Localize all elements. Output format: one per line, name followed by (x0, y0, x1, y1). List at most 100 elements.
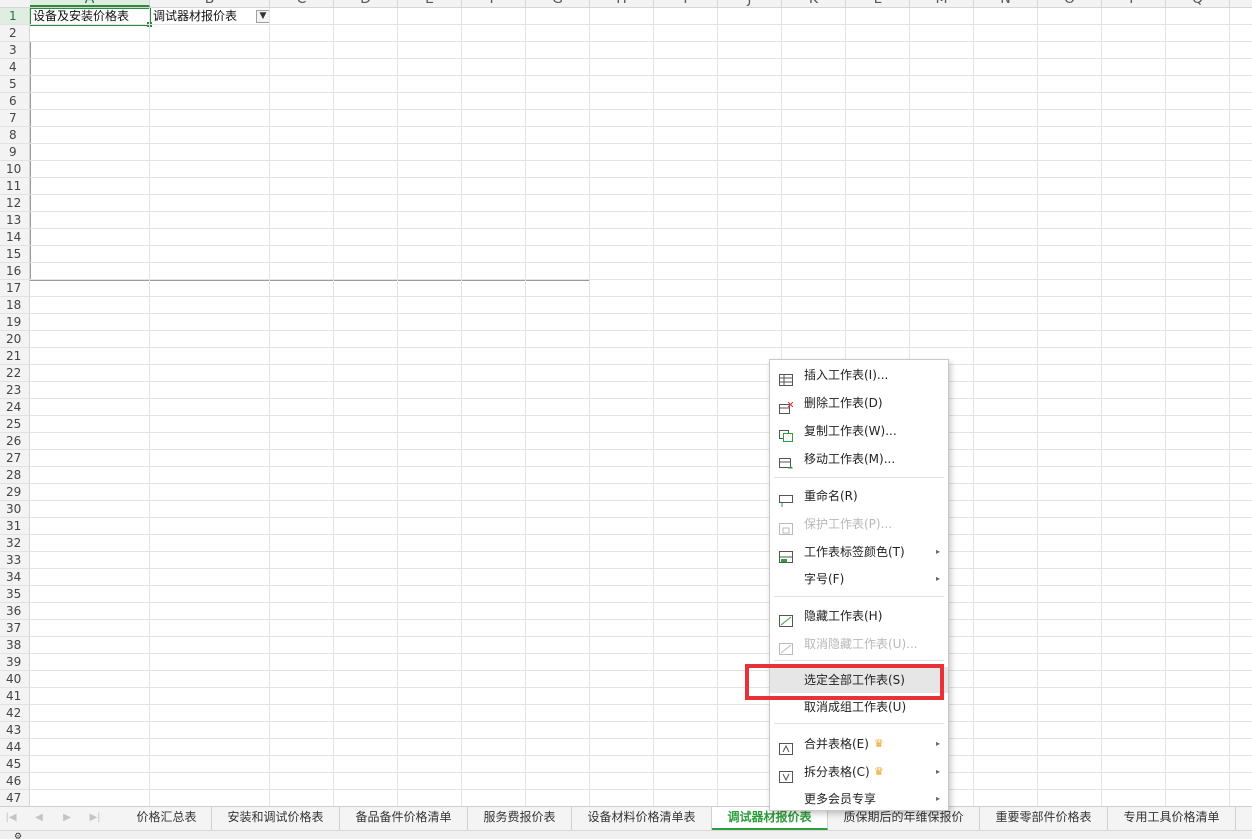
sheet-tab[interactable]: 专用工具价格清单 (1108, 807, 1236, 830)
row-header-18[interactable]: 18 (0, 297, 29, 314)
row-header-27[interactable]: 27 (0, 450, 29, 467)
row-header-7[interactable]: 7 (0, 110, 29, 127)
row-header-29[interactable]: 29 (0, 484, 29, 501)
row-header-28[interactable]: 28 (0, 467, 29, 484)
row-header-15[interactable]: 15 (0, 246, 29, 263)
sheet-tab[interactable]: 备品备件价格清单 (340, 807, 468, 830)
menu-item[interactable]: 移动工作表(M)... (770, 446, 948, 472)
row-header-25[interactable]: 25 (0, 416, 29, 433)
prev-sheet-nav-icon[interactable]: ◀ (32, 811, 46, 825)
row-header-13[interactable]: 13 (0, 212, 29, 229)
menu-item[interactable]: 工作表标签颜色(T) ▸ (770, 539, 948, 565)
row-header-17[interactable]: 17 (0, 280, 29, 297)
column-header-f[interactable]: F (462, 0, 526, 7)
row-header-35[interactable]: 35 (0, 586, 29, 603)
row-header-45[interactable]: 45 (0, 756, 29, 773)
sheet-tab[interactable]: 重要零部件价格表 (980, 807, 1108, 830)
grid-row-line (30, 109, 1252, 110)
column-header-g[interactable]: G (526, 0, 590, 7)
column-header-e[interactable]: E (398, 0, 462, 7)
row-header-2[interactable]: 2 (0, 25, 29, 42)
row-header-10[interactable]: 10 (0, 161, 29, 178)
next-sheet-nav-icon[interactable]: ▶ (60, 811, 74, 825)
menu-item[interactable]: 重命名(R) (770, 483, 948, 509)
row-header-33[interactable]: 33 (0, 552, 29, 569)
row-header-20[interactable]: 20 (0, 331, 29, 348)
row-header-46[interactable]: 46 (0, 773, 29, 790)
menu-item[interactable]: 复制工作表(W)... (770, 418, 948, 444)
column-header-h[interactable]: H (590, 0, 654, 7)
sheet-tab[interactable]: 安装和调试价格表 (212, 807, 340, 830)
first-sheet-nav-icon[interactable]: |◀ (4, 811, 18, 825)
menu-item[interactable]: 更多会员专享 ▸ (770, 786, 948, 812)
row-header-42[interactable]: 42 (0, 705, 29, 722)
row-header-37[interactable]: 37 (0, 620, 29, 637)
row-header-4[interactable]: 4 (0, 59, 29, 76)
menu-item[interactable]: 删除工作表(D) (770, 390, 948, 416)
menu-item[interactable]: 字号(F) ▸ (770, 566, 948, 592)
column-header-o[interactable]: O (1038, 0, 1102, 7)
row-header-8[interactable]: 8 (0, 127, 29, 144)
column-header-i[interactable]: I (654, 0, 718, 7)
row-header-34[interactable]: 34 (0, 569, 29, 586)
row-header-40[interactable]: 40 (0, 671, 29, 688)
sheet-tab[interactable]: 价格汇总表 (122, 807, 212, 830)
grid-row-line (30, 228, 1252, 229)
row-header-43[interactable]: 43 (0, 722, 29, 739)
row-header-6[interactable]: 6 (0, 93, 29, 110)
row-header-39[interactable]: 39 (0, 654, 29, 671)
menu-item[interactable]: 拆分表格(C) ♛ ▸ (770, 759, 948, 785)
column-header-p[interactable]: P (1102, 0, 1166, 7)
row-header-36[interactable]: 36 (0, 603, 29, 620)
filter-icon[interactable]: ▼ (256, 10, 270, 23)
cell-a1[interactable]: 设备及安装价格表 (33, 8, 129, 25)
grid-row-line (30, 721, 1252, 722)
row-header-11[interactable]: 11 (0, 178, 29, 195)
menu-item: 取消隐藏工作表(U)... (770, 631, 948, 657)
grid-row-line (30, 296, 1252, 297)
row-header-14[interactable]: 14 (0, 229, 29, 246)
row-header-3[interactable]: 3 (0, 42, 29, 59)
grid-row-line (30, 279, 1252, 280)
row-header-5[interactable]: 5 (0, 76, 29, 93)
sheet-tab[interactable]: 设备材料价格清单表 (572, 807, 712, 830)
row-header-12[interactable]: 12 (0, 195, 29, 212)
cell-area[interactable]: 设备及安装价格表 调试器材报价表 ▼ (29, 7, 1252, 806)
column-header-j[interactable]: J (718, 0, 782, 7)
row-header-41[interactable]: 41 (0, 688, 29, 705)
column-header-d[interactable]: D (334, 0, 398, 7)
menu-separator (774, 596, 944, 597)
sheet-tab[interactable]: 服务费报价表 (468, 807, 572, 830)
row-header-21[interactable]: 21 (0, 348, 29, 365)
column-header-k[interactable]: K (782, 0, 846, 7)
column-header-l[interactable]: L (846, 0, 910, 7)
row-header-24[interactable]: 24 (0, 399, 29, 416)
column-header-m[interactable]: M (910, 0, 974, 7)
row-header-16[interactable]: 16 (0, 263, 29, 280)
column-header-q[interactable]: Q (1166, 0, 1230, 7)
row-header-32[interactable]: 32 (0, 535, 29, 552)
menu-item[interactable]: 隐藏工作表(H) (770, 603, 948, 629)
column-header-a[interactable]: A (30, 0, 150, 7)
row-header-22[interactable]: 22 (0, 365, 29, 382)
row-header-38[interactable]: 38 (0, 637, 29, 654)
menu-item-label: 保护工作表(P)... (804, 517, 893, 531)
row-header-9[interactable]: 9 (0, 144, 29, 161)
row-header-19[interactable]: 19 (0, 314, 29, 331)
menu-item[interactable]: 合并表格(E) ♛ ▸ (770, 731, 948, 757)
cell-b1[interactable]: 调试器材报价表 (153, 8, 237, 25)
row-header-1[interactable]: 1 (0, 8, 29, 25)
column-header-n[interactable]: N (974, 0, 1038, 7)
row-header-23[interactable]: 23 (0, 382, 29, 399)
menu-item[interactable]: 插入工作表(I)... (770, 362, 948, 388)
last-sheet-nav-icon[interactable]: ▶| (88, 811, 102, 825)
menu-item-label: 复制工作表(W)... (804, 424, 897, 438)
column-header-b[interactable]: B (150, 0, 270, 7)
row-header-44[interactable]: 44 (0, 739, 29, 756)
row-header-30[interactable]: 30 (0, 501, 29, 518)
row-header-31[interactable]: 31 (0, 518, 29, 535)
grid-row-line (30, 687, 1252, 688)
column-header-c[interactable]: C (270, 0, 334, 7)
row-header-47[interactable]: 47 (0, 790, 29, 806)
row-header-26[interactable]: 26 (0, 433, 29, 450)
